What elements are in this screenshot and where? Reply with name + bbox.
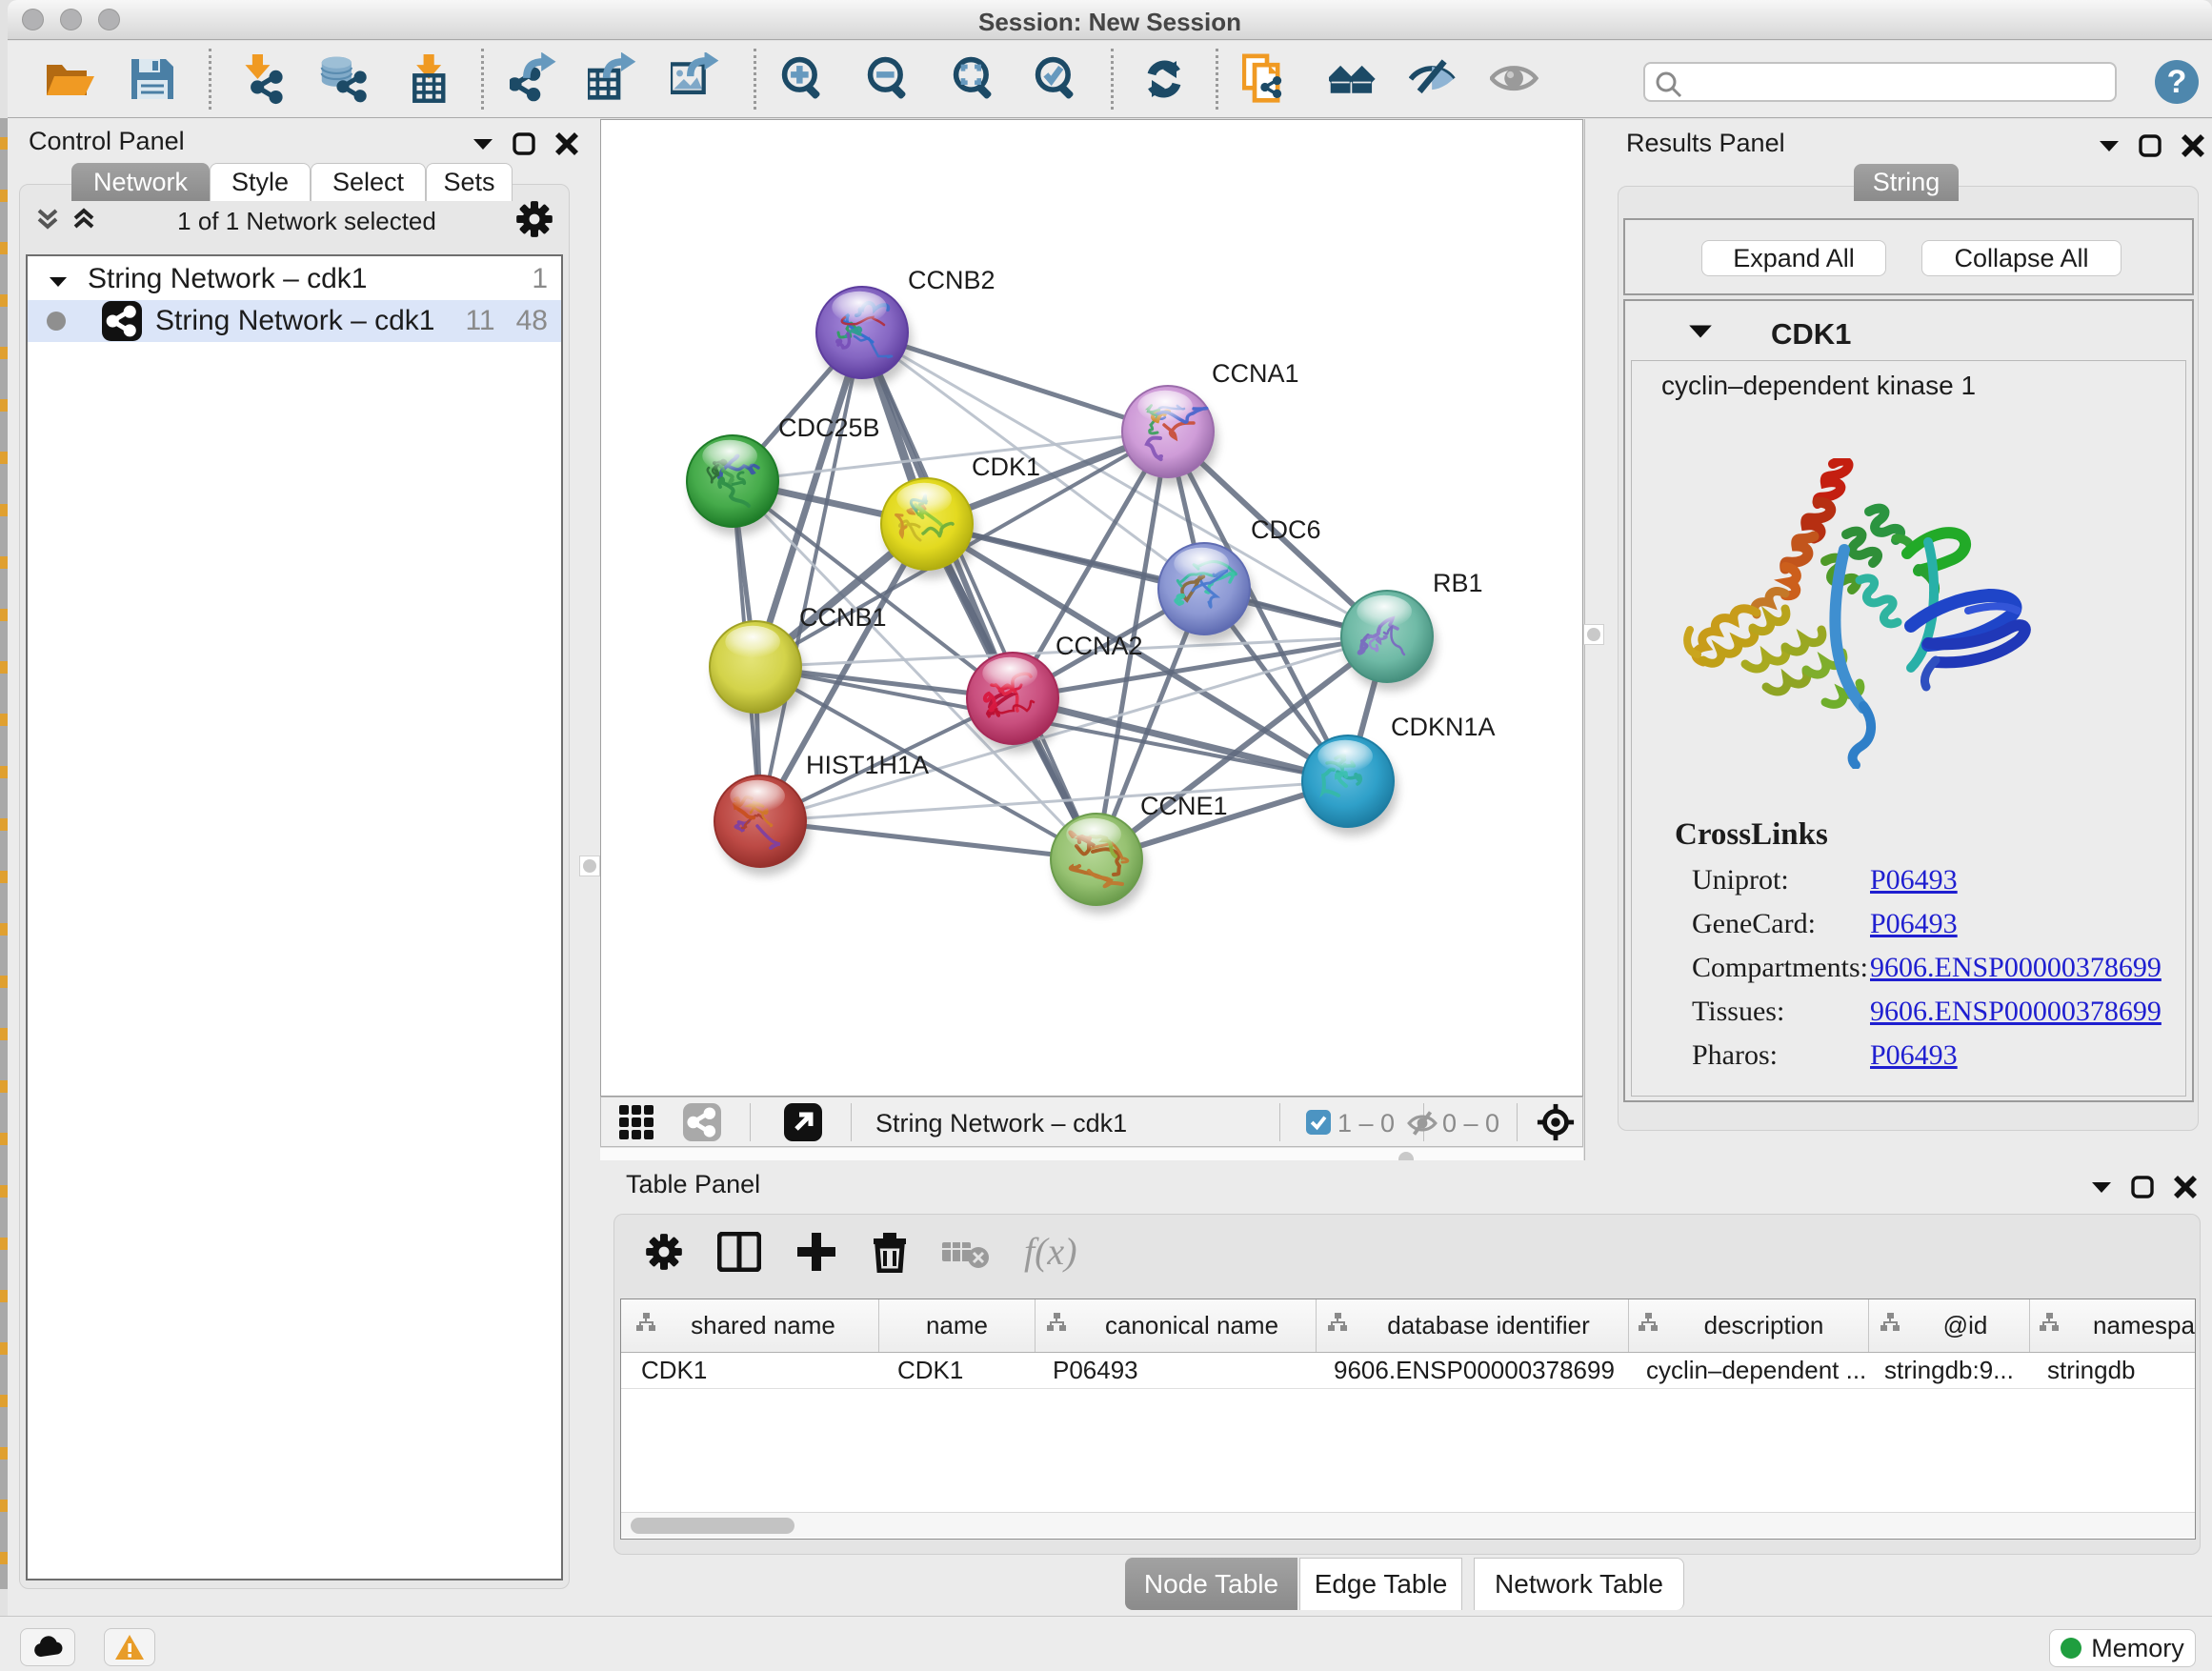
svg-text:CDC25B: CDC25B	[778, 413, 880, 442]
svg-text:CCNA1: CCNA1	[1212, 359, 1299, 388]
svg-text:HIST1H1A: HIST1H1A	[806, 751, 929, 779]
svg-text:CDK1: CDK1	[972, 453, 1040, 481]
svg-text:RB1: RB1	[1433, 569, 1483, 597]
svg-text:CCNA2: CCNA2	[1056, 632, 1143, 660]
svg-text:CCNB2: CCNB2	[908, 266, 995, 294]
svg-text:CCNB1: CCNB1	[799, 603, 887, 632]
svg-text:CDC6: CDC6	[1251, 515, 1321, 544]
svg-text:CCNE1: CCNE1	[1140, 792, 1228, 820]
svg-text:CDKN1A: CDKN1A	[1391, 713, 1496, 741]
